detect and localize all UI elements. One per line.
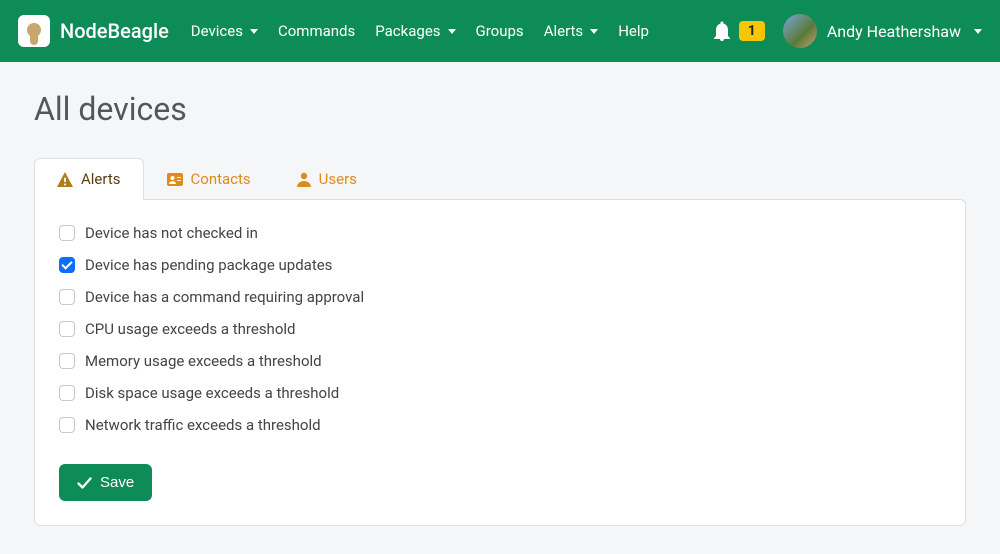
caret-down-icon (590, 29, 598, 34)
top-navbar: NodeBeagle Devices Commands Packages Gro… (0, 0, 1000, 62)
warning-icon (57, 172, 73, 187)
save-button[interactable]: Save (59, 464, 152, 501)
alert-checkbox[interactable] (59, 353, 75, 369)
notifications-button[interactable]: 1 (713, 21, 765, 41)
nav-item-help[interactable]: Help (618, 22, 649, 40)
tab-label: Users (319, 170, 357, 188)
avatar (783, 14, 817, 48)
alert-row[interactable]: Device has not checked in (59, 224, 941, 242)
brand[interactable]: NodeBeagle (18, 15, 169, 47)
user-name: Andy Heathershaw (827, 22, 961, 41)
contact-card-icon (167, 172, 183, 187)
nav-label: Help (618, 22, 649, 40)
caret-down-icon (448, 29, 456, 34)
alerts-check-list: Device has not checked in Device has pen… (59, 224, 941, 434)
tab-contacts[interactable]: Contacts (144, 158, 274, 200)
alert-label: Disk space usage exceeds a threshold (85, 384, 339, 402)
alert-label: Network traffic exceeds a threshold (85, 416, 321, 434)
alert-checkbox[interactable] (59, 385, 75, 401)
tab-label: Alerts (81, 170, 121, 188)
tab-label: Contacts (191, 170, 251, 188)
nav-label: Devices (191, 22, 243, 40)
user-menu[interactable]: Andy Heathershaw (783, 14, 982, 48)
tab-alerts[interactable]: Alerts (34, 158, 144, 200)
notifications-badge: 1 (739, 21, 765, 41)
alert-label: Memory usage exceeds a threshold (85, 352, 322, 370)
nav-label: Commands (278, 22, 355, 40)
nav-item-commands[interactable]: Commands (278, 22, 355, 40)
alert-row[interactable]: Device has pending package updates (59, 256, 941, 274)
alert-row[interactable]: Disk space usage exceeds a threshold (59, 384, 941, 402)
nav-label: Packages (375, 22, 440, 40)
page-content: All devices Alerts Contacts Users Device… (0, 62, 1000, 554)
user-icon (297, 172, 311, 187)
alert-checkbox[interactable] (59, 257, 75, 273)
alert-row[interactable]: CPU usage exceeds a threshold (59, 320, 941, 338)
caret-down-icon (974, 29, 982, 34)
save-label: Save (100, 474, 134, 491)
nav-item-devices[interactable]: Devices (191, 22, 258, 40)
alerts-panel: Device has not checked in Device has pen… (34, 199, 966, 526)
page-title: All devices (34, 90, 966, 128)
alert-label: Device has pending package updates (85, 256, 332, 274)
nav-right: 1 Andy Heathershaw (713, 14, 982, 48)
tab-bar: Alerts Contacts Users (34, 158, 966, 200)
alert-label: Device has not checked in (85, 224, 258, 242)
nav-item-groups[interactable]: Groups (476, 22, 524, 40)
brand-logo-icon (18, 15, 50, 47)
alert-label: Device has a command requiring approval (85, 288, 364, 306)
alert-checkbox[interactable] (59, 321, 75, 337)
nav-item-alerts[interactable]: Alerts (544, 22, 599, 40)
caret-down-icon (250, 29, 258, 34)
alert-row[interactable]: Device has a command requiring approval (59, 288, 941, 306)
tab-users[interactable]: Users (274, 158, 380, 200)
alert-row[interactable]: Memory usage exceeds a threshold (59, 352, 941, 370)
nav-links: Devices Commands Packages Groups Alerts … (191, 22, 649, 40)
alert-checkbox[interactable] (59, 225, 75, 241)
alert-label: CPU usage exceeds a threshold (85, 320, 295, 338)
check-icon (77, 477, 92, 489)
nav-label: Groups (476, 22, 524, 40)
alert-row[interactable]: Network traffic exceeds a threshold (59, 416, 941, 434)
bell-icon (713, 21, 731, 41)
nav-label: Alerts (544, 22, 584, 40)
nav-item-packages[interactable]: Packages (375, 22, 455, 40)
alert-checkbox[interactable] (59, 417, 75, 433)
alert-checkbox[interactable] (59, 289, 75, 305)
brand-name: NodeBeagle (60, 19, 169, 43)
